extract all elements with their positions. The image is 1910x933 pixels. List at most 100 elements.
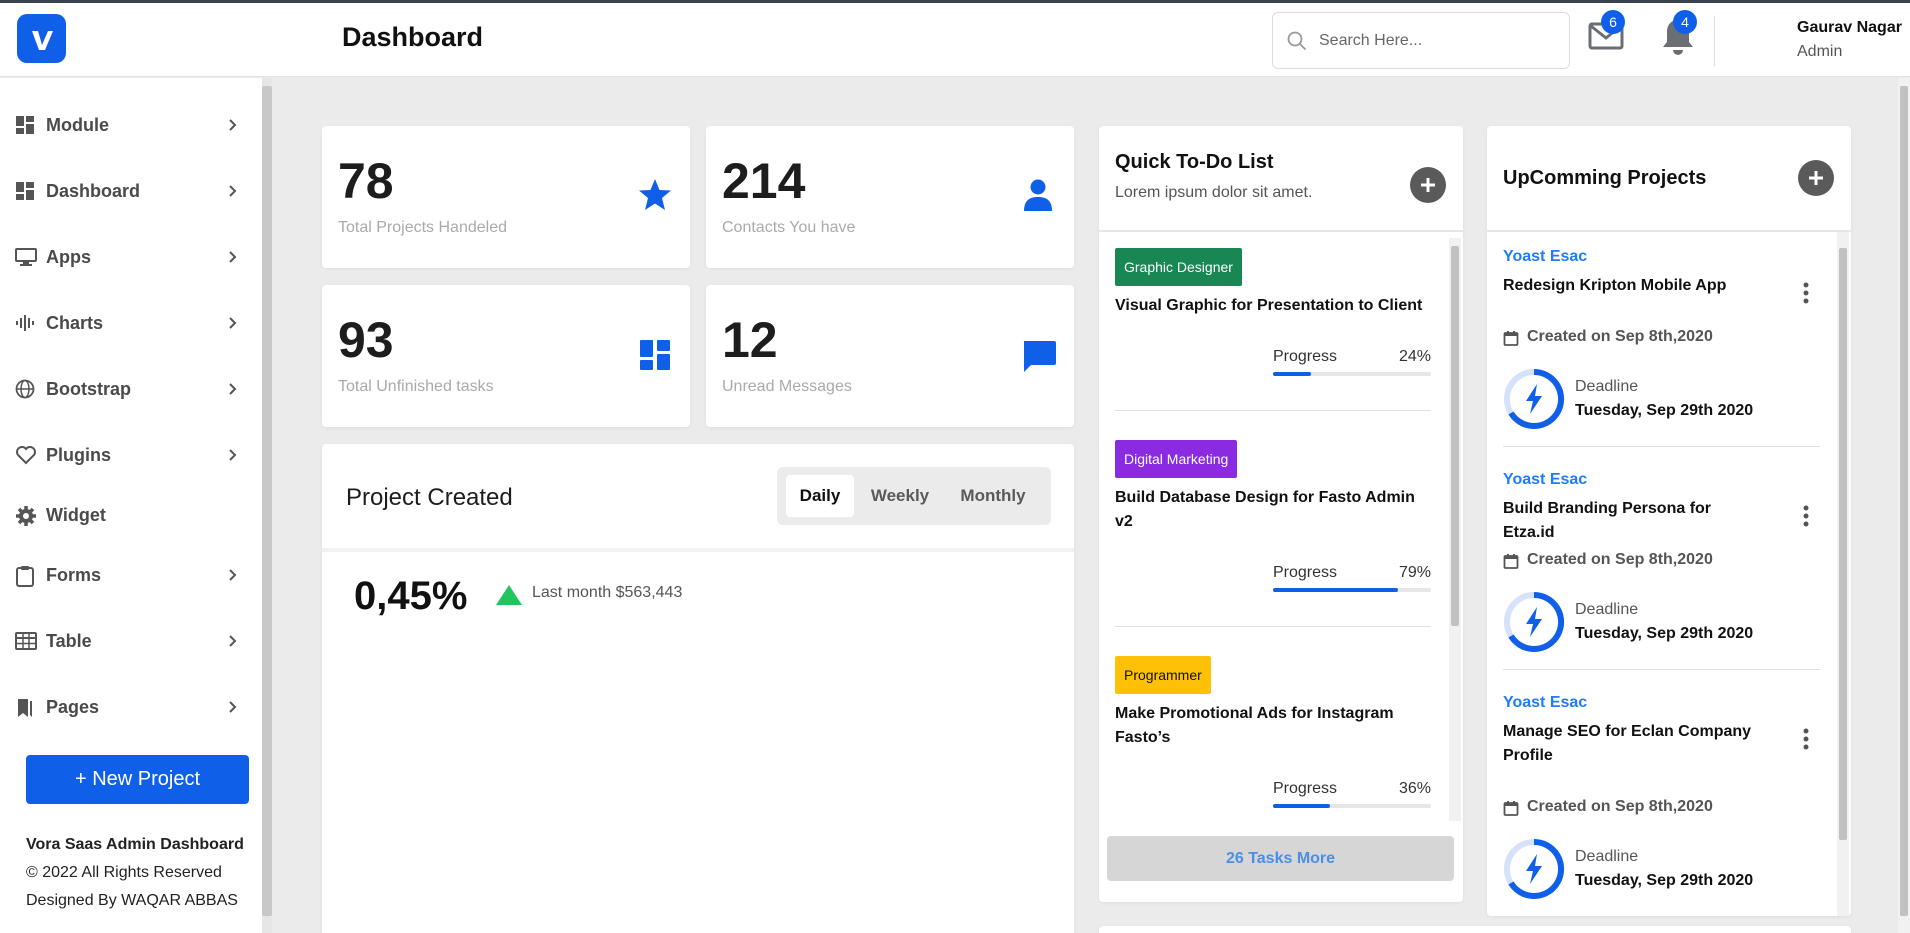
sidebar-item-dashboard[interactable]: Dashboard [0, 166, 262, 216]
more-vertical-icon[interactable] [1803, 505, 1809, 527]
chevron-right-icon [228, 700, 238, 714]
tab-monthly[interactable]: Monthly [945, 475, 1041, 517]
progress-bar [1273, 372, 1431, 376]
sidebar: Module Dashboard Apps Charts Bootstrap P… [0, 78, 262, 933]
tab-weekly[interactable]: Weekly [860, 475, 940, 517]
clipboard-icon [15, 565, 35, 587]
project-client[interactable]: Yoast Esac [1503, 248, 1587, 266]
footer-copyright: © 2022 All Rights Reserved [26, 864, 222, 881]
sidebar-item-bootstrap[interactable]: Bootstrap [0, 364, 262, 414]
dashboard-tiles-icon [639, 339, 671, 371]
vimeo-logo-icon[interactable] [17, 14, 66, 63]
deadline-ring-icon [1503, 591, 1565, 653]
sidebar-item-label: Table [46, 631, 92, 651]
plus-icon [1421, 178, 1435, 192]
stat-label: Total Projects Handeled [338, 219, 507, 236]
project-created-date: Created on Sep 8th,2020 [1527, 798, 1713, 815]
new-project-button[interactable]: + New Project [26, 755, 249, 804]
progress-fill [1273, 372, 1311, 376]
chevron-right-icon [228, 634, 238, 648]
tab-daily[interactable]: Daily [786, 475, 854, 517]
task-title[interactable]: Visual Graphic for Presentation to Clien… [1115, 294, 1435, 318]
sidebar-item-charts[interactable]: Charts [0, 298, 262, 348]
task-title[interactable]: Build Database Design for Fasto Admin v2 [1115, 486, 1435, 534]
user-role: Admin [1797, 43, 1843, 60]
sidebar-item-forms[interactable]: Forms [0, 550, 262, 600]
task-tag: Digital Marketing [1115, 440, 1238, 478]
notification-count-badge: 4 [1673, 10, 1697, 34]
deadline-ring-icon [1503, 838, 1565, 900]
search-box[interactable] [1272, 12, 1570, 69]
project-created-date: Created on Sep 8th,2020 [1527, 551, 1713, 568]
projects-scrollbar-thumb[interactable] [1839, 248, 1847, 840]
progress-value: 24% [1399, 348, 1432, 365]
bookmark-icon [15, 697, 35, 719]
progress-bar [1273, 588, 1431, 592]
project-created-card: Project Created Daily Weekly Monthly 0,4… [322, 444, 1074, 933]
calendar-icon [1503, 553, 1519, 569]
user-name[interactable]: Gaurav Nagar [1797, 19, 1902, 37]
divider [1115, 626, 1431, 627]
todo-list: Graphic Designer Visual Graphic for Pres… [1099, 238, 1449, 933]
project-client[interactable]: Yoast Esac [1503, 694, 1587, 712]
divider [1503, 446, 1820, 447]
chevron-right-icon [228, 568, 238, 582]
project-created-date: Created on Sep 8th,2020 [1527, 328, 1713, 345]
deadline-label: Deadline [1575, 378, 1639, 395]
deadline-value: Tuesday, Sep 29th 2020 [1575, 625, 1754, 642]
progress-fill [1273, 588, 1398, 592]
project-name: Build Branding Persona for Etza.id [1503, 500, 1712, 541]
plus-icon [1809, 171, 1823, 185]
more-tasks-button[interactable]: 26 Tasks More [1107, 836, 1454, 881]
task-tag: Programmer [1115, 656, 1211, 694]
deadline-ring-icon [1503, 368, 1565, 430]
more-vertical-icon[interactable] [1803, 728, 1809, 750]
upcoming-projects-card: UpComming Projects Yoast Esac Redesign K… [1487, 126, 1851, 916]
chevron-right-icon [228, 118, 238, 132]
todo-scrollbar-thumb[interactable] [1451, 246, 1459, 626]
chevron-right-icon [228, 184, 238, 198]
sidebar-item-table[interactable]: Table [0, 616, 262, 666]
todo-title: Quick To-Do List [1115, 151, 1274, 173]
deadline-label: Deadline [1575, 601, 1639, 618]
mail-count-badge: 6 [1601, 10, 1625, 34]
divider [1115, 410, 1431, 411]
sidebar-item-module[interactable]: Module [0, 100, 262, 150]
monitor-icon [15, 247, 37, 267]
project-name: Redesign Kripton Mobile App [1503, 277, 1727, 294]
period-tabs: Daily Weekly Monthly [777, 467, 1051, 525]
next-card-edge [1099, 926, 1851, 933]
chevron-right-icon [228, 448, 238, 462]
add-task-button[interactable] [1410, 167, 1446, 203]
deadline-label: Deadline [1575, 848, 1639, 865]
sidebar-item-plugins[interactable]: Plugins [0, 430, 262, 480]
sidebar-item-pages[interactable]: Pages [0, 682, 262, 732]
star-icon [637, 178, 673, 212]
globe-icon [15, 379, 35, 399]
table-icon [15, 631, 37, 651]
project-client[interactable]: Yoast Esac [1503, 471, 1587, 489]
task-title[interactable]: Make Promotional Ads for Instagram Fasto… [1115, 702, 1435, 750]
sidebar-item-label: Dashboard [46, 181, 141, 201]
header-divider [1714, 16, 1715, 66]
stat-value: 214 [722, 153, 806, 209]
add-project-button[interactable] [1798, 160, 1834, 196]
stat-card-projects: 78 Total Projects Handeled [322, 126, 690, 268]
stat-label: Total Unfinished tasks [338, 378, 494, 395]
stat-card-messages: 12 Unread Messages [706, 285, 1074, 427]
sidebar-item-label: Bootstrap [46, 379, 131, 399]
stat-value: 12 [722, 312, 778, 368]
user-icon [1022, 178, 1054, 212]
footer-designed-by: Designed By WAQAR ABBAS [26, 892, 238, 909]
sidebar-scrollbar-thumb[interactable] [262, 86, 272, 916]
page-scrollbar-thumb[interactable] [1900, 86, 1908, 916]
stat-card-contacts: 214 Contacts You have [706, 126, 1074, 268]
more-vertical-icon[interactable] [1803, 282, 1809, 304]
top-header: Dashboard 6 4 Gaurav Nagar Admin [0, 3, 1910, 77]
page-title: Dashboard [342, 22, 484, 52]
sidebar-item-apps[interactable]: Apps [0, 232, 262, 282]
search-input[interactable] [1319, 27, 1559, 55]
sidebar-item-widget[interactable]: Widget [0, 490, 262, 540]
sidebar-item-label: Pages [46, 697, 100, 717]
progress-value: 36% [1399, 780, 1432, 797]
